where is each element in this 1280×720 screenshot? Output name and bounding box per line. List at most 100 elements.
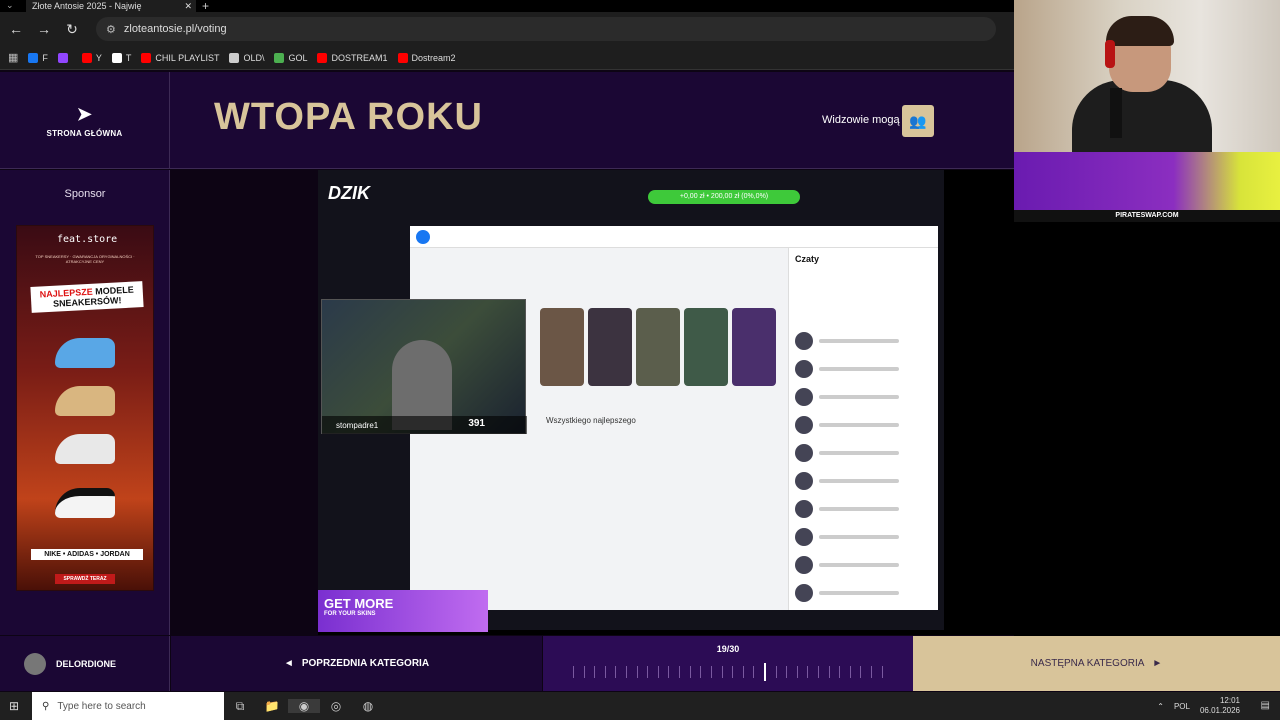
- forward-icon[interactable]: →: [32, 21, 56, 37]
- reload-icon[interactable]: ↻: [60, 21, 84, 38]
- streamer-hair: [1106, 16, 1174, 46]
- progress-tick: [636, 666, 638, 678]
- url-text: zloteantosie.pl/voting: [123, 23, 227, 35]
- fb-topnav: [410, 226, 938, 248]
- story-tile: [636, 308, 680, 386]
- chat-avatar: [795, 500, 813, 518]
- bookmark-item[interactable]: T: [111, 52, 132, 63]
- notification-icon[interactable]: ▤: [1261, 700, 1270, 711]
- file-explorer-icon[interactable]: 📁: [256, 699, 288, 713]
- sneaker-image: [55, 434, 115, 464]
- previous-category-button[interactable]: ◄ POPRZEDNIA KATEGORIA: [171, 636, 542, 691]
- language-indicator[interactable]: POL: [1174, 702, 1190, 711]
- progress-tick: [753, 666, 755, 678]
- bookmark-label: T: [125, 52, 132, 63]
- task-view-icon[interactable]: ⧉: [224, 699, 256, 714]
- skins-ad-sub: FOR YOUR SKINS: [324, 611, 376, 617]
- story-tile: [588, 308, 632, 386]
- story-tile: [540, 308, 584, 386]
- fb-stories: [540, 308, 780, 386]
- ad-brands: NIKE • ADIDAS • JORDAN: [31, 549, 143, 560]
- bookmark-item[interactable]: GOL: [274, 52, 308, 63]
- tray-chevron-icon[interactable]: ⌃: [1157, 702, 1164, 711]
- home-button[interactable]: ➤ STRONA GŁÓWNA: [0, 72, 170, 169]
- progress-tick: [732, 666, 734, 678]
- discord-icon[interactable]: ◎: [320, 699, 352, 713]
- progress-tick: [849, 666, 851, 678]
- user-profile[interactable]: DELORDIONE: [0, 636, 170, 691]
- ad-tagline: TOP SNEAKERSY · GWARANCJA ORYGINALNOŚCI …: [35, 254, 135, 264]
- tab-menu-icon[interactable]: ⌄: [6, 0, 14, 11]
- webcam-footer: stompadre1: [322, 416, 527, 434]
- taskbar-search[interactable]: ⚲ Type here to search: [32, 692, 224, 720]
- streamer-name: stompadre1: [336, 420, 379, 430]
- next-label: NASTĘPNA KATEGORIA: [1030, 658, 1145, 669]
- chat-preview: [819, 507, 899, 511]
- sponsor-ad[interactable]: feat.store TOP SNEAKERSY · GWARANCJA ORY…: [16, 225, 154, 591]
- apps-icon[interactable]: ▦: [8, 51, 18, 64]
- progress-tick: [647, 666, 649, 678]
- chrome-icon[interactable]: ◉: [288, 699, 320, 713]
- search-placeholder: Type here to search: [57, 700, 146, 712]
- bookmark-label: GOL: [288, 52, 308, 63]
- progress-tick: [594, 666, 596, 678]
- chat-preview: [819, 563, 899, 567]
- clock-date: 06.01.2026: [1199, 706, 1240, 715]
- back-icon[interactable]: ←: [4, 21, 28, 37]
- streamer-webcam: stompadre1 391: [321, 299, 527, 434]
- progress-tick: [807, 666, 809, 678]
- chat-preview: [819, 423, 899, 427]
- chat-preview: [819, 339, 899, 343]
- viewer-count: 391: [468, 418, 485, 429]
- overlay-background: [1014, 222, 1280, 636]
- chat-row: [795, 442, 931, 464]
- bookmark-icon: [57, 52, 68, 63]
- next-category-button[interactable]: NASTĘPNA KATEGORIA ►: [913, 636, 1280, 691]
- progress-tick: [573, 666, 574, 678]
- clock[interactable]: 12:01 06.01.2026: [1200, 696, 1240, 716]
- progress-tick: [881, 666, 883, 678]
- chat-preview: [819, 451, 899, 455]
- chat-preview: [819, 535, 899, 539]
- bookmark-item[interactable]: [57, 52, 72, 63]
- bookmark-label: OLD\: [243, 52, 265, 63]
- chat-row: [795, 470, 931, 492]
- chat-title: Czaty: [795, 254, 820, 264]
- bookmark-item[interactable]: DOSTREAM1: [317, 52, 388, 63]
- windows-taskbar: ⊞ ⚲ Type here to search ⧉ 📁 ◉ ◎ ◍ ⌃ POL …: [0, 692, 1280, 720]
- progress-tick: [689, 666, 691, 678]
- tab-close-icon[interactable]: ✕: [184, 1, 192, 12]
- home-label: STRONA GŁÓWNA: [46, 128, 123, 138]
- bookmark-label: DOSTREAM1: [331, 52, 388, 63]
- browser-tab[interactable]: Złote Antosie 2025 - Najwię ✕: [26, 0, 196, 12]
- bookmark-item[interactable]: CHIL PLAYLIST: [141, 52, 219, 63]
- bookmark-icon: [317, 52, 328, 63]
- chat-avatar: [795, 528, 813, 546]
- address-bar[interactable]: ⚙ zloteantosie.pl/voting: [96, 17, 996, 41]
- ad-headline-3: SNEAKERSÓW!: [52, 295, 122, 309]
- chat-preview: [819, 591, 899, 595]
- bookmark-icon: [274, 52, 285, 63]
- bookmark-item[interactable]: F: [28, 52, 48, 63]
- users-icon[interactable]: 👥: [902, 105, 934, 137]
- progress-tick: [721, 666, 723, 678]
- windows-start-icon[interactable]: ⊞: [0, 699, 28, 713]
- bookmark-item[interactable]: OLD\: [229, 52, 265, 63]
- bookmark-icon: [397, 52, 408, 63]
- bookmark-icon: [229, 52, 240, 63]
- progress-tick: [871, 666, 873, 678]
- skins-ad: GET MORE FOR YOUR SKINS: [318, 590, 488, 632]
- chat-avatar: [795, 388, 813, 406]
- app-icon[interactable]: ◍: [352, 699, 384, 713]
- bookmark-item[interactable]: Dostream2: [397, 52, 456, 63]
- ad-cta-button[interactable]: SPRAWDŹ TERAZ: [55, 574, 115, 584]
- progress-tick: [604, 666, 606, 678]
- site-info-icon[interactable]: ⚙: [106, 23, 116, 36]
- skins-ad-title: GET MORE: [324, 596, 394, 611]
- story-tile: [684, 308, 728, 386]
- chat-row: [795, 386, 931, 408]
- chat-preview: [819, 395, 899, 399]
- progress-tick: [583, 666, 585, 678]
- chat-row: [795, 526, 931, 548]
- bookmark-item[interactable]: Y: [81, 52, 102, 63]
